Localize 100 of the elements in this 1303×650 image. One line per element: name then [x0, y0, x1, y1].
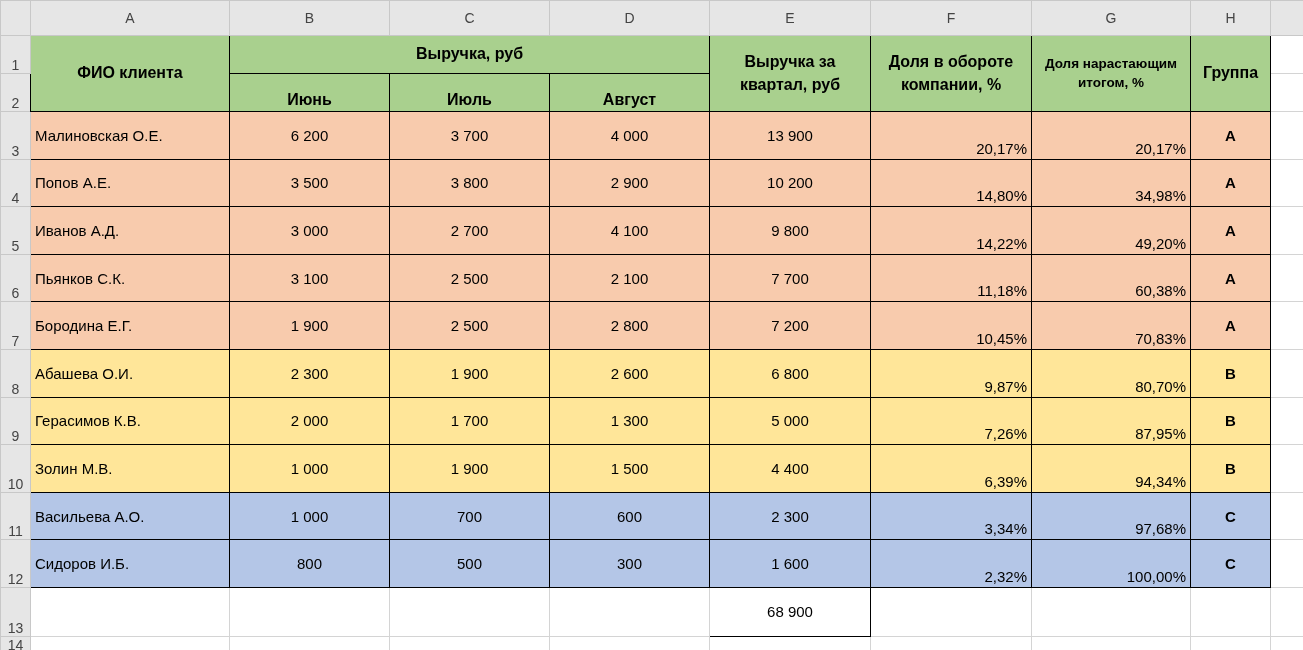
header-cell: Выручка, руб: [229, 35, 710, 74]
table-cell: 1 300: [549, 397, 710, 445]
header-cell: ФИО клиента: [30, 35, 230, 112]
table-cell: 34,98%: [1031, 159, 1191, 207]
table-cell: 1 600: [709, 539, 871, 588]
table-cell: A: [1190, 254, 1271, 302]
row-number[interactable]: 9: [0, 397, 31, 445]
table-cell: 70,83%: [1031, 301, 1191, 350]
column-header[interactable]: D: [549, 0, 710, 36]
table-cell: 9,87%: [870, 349, 1032, 398]
table-cell: 2 700: [389, 206, 550, 255]
column-header[interactable]: A: [30, 0, 230, 36]
table-cell: Пьянков С.К.: [30, 254, 230, 302]
table-cell: 87,95%: [1031, 397, 1191, 445]
column-header[interactable]: H: [1190, 0, 1271, 36]
table-cell: 10 200: [709, 159, 871, 207]
table-cell: 4 100: [549, 206, 710, 255]
table-cell: 6,39%: [870, 444, 1032, 493]
table-cell: 11,18%: [870, 254, 1032, 302]
row-number[interactable]: 3: [0, 111, 31, 160]
table-cell: Герасимов К.В.: [30, 397, 230, 445]
header-cell: Доля в обороте компании, %: [870, 35, 1032, 112]
table-cell: 97,68%: [1031, 492, 1191, 540]
column-header[interactable]: [1270, 0, 1303, 36]
table-cell: 500: [389, 539, 550, 588]
table-cell: 9 800: [709, 206, 871, 255]
table-cell: 7 200: [709, 301, 871, 350]
table-cell: C: [1190, 539, 1271, 588]
table-cell: 2 100: [549, 254, 710, 302]
header-cell: Июнь: [229, 73, 390, 112]
table-cell: B: [1190, 349, 1271, 398]
row-number[interactable]: 7: [0, 301, 31, 350]
table-cell: 1 000: [229, 444, 390, 493]
column-header[interactable]: G: [1031, 0, 1191, 36]
table-cell: 100,00%: [1031, 539, 1191, 588]
header-cell: Выручка за квартал, руб: [709, 35, 871, 112]
table-cell: 600: [549, 492, 710, 540]
table-cell: 14,80%: [870, 159, 1032, 207]
table-cell: Абашева О.И.: [30, 349, 230, 398]
column-header[interactable]: B: [229, 0, 390, 36]
table-cell: 3 800: [389, 159, 550, 207]
row-number[interactable]: 8: [0, 349, 31, 398]
row-number[interactable]: 10: [0, 444, 31, 493]
table-cell: 1 700: [389, 397, 550, 445]
table-cell: 20,17%: [870, 111, 1032, 160]
table-cell: Васильева А.О.: [30, 492, 230, 540]
table-cell: A: [1190, 111, 1271, 160]
table-cell: 80,70%: [1031, 349, 1191, 398]
table-cell: A: [1190, 301, 1271, 350]
table-cell: 300: [549, 539, 710, 588]
table-cell: 7 700: [709, 254, 871, 302]
table-cell: 1 000: [229, 492, 390, 540]
row-number[interactable]: 5: [0, 206, 31, 255]
table-cell: 6 200: [229, 111, 390, 160]
table-cell: 14,22%: [870, 206, 1032, 255]
table-cell: 3 000: [229, 206, 390, 255]
table-cell: 94,34%: [1031, 444, 1191, 493]
row-number[interactable]: 6: [0, 254, 31, 302]
table-cell: Бородина Е.Г.: [30, 301, 230, 350]
table-cell: 2 900: [549, 159, 710, 207]
table-cell: 7,26%: [870, 397, 1032, 445]
table-cell: 20,17%: [1031, 111, 1191, 160]
row-number[interactable]: 13: [0, 587, 31, 637]
table-cell: 2 000: [229, 397, 390, 445]
table-cell: 6 800: [709, 349, 871, 398]
row-number[interactable]: 12: [0, 539, 31, 588]
table-cell: 2 300: [709, 492, 871, 540]
table-cell: 800: [229, 539, 390, 588]
table-cell: 1 900: [229, 301, 390, 350]
column-header[interactable]: F: [870, 0, 1032, 36]
table-cell: 2 800: [549, 301, 710, 350]
table-cell: 2 500: [389, 301, 550, 350]
table-cell: Попов А.Е.: [30, 159, 230, 207]
table-cell: 13 900: [709, 111, 871, 160]
table-cell: 2 500: [389, 254, 550, 302]
table-cell: 4 400: [709, 444, 871, 493]
table-cell: 700: [389, 492, 550, 540]
table-cell: A: [1190, 206, 1271, 255]
column-header[interactable]: E: [709, 0, 871, 36]
table-cell: 4 000: [549, 111, 710, 160]
table-cell: C: [1190, 492, 1271, 540]
row-number[interactable]: 4: [0, 159, 31, 207]
table-cell: 3,34%: [870, 492, 1032, 540]
table-cell: 3 100: [229, 254, 390, 302]
header-cell: Август: [549, 73, 710, 112]
header-cell: Доля нарастающим итогом, %: [1031, 35, 1191, 112]
header-cell: Июль: [389, 73, 550, 112]
row-number[interactable]: 1: [0, 35, 31, 74]
table-cell: B: [1190, 397, 1271, 445]
row-number[interactable]: 11: [0, 492, 31, 540]
table-cell: 60,38%: [1031, 254, 1191, 302]
table-cell: 1 500: [549, 444, 710, 493]
table-cell: B: [1190, 444, 1271, 493]
table-cell: A: [1190, 159, 1271, 207]
table-cell: 10,45%: [870, 301, 1032, 350]
row-number[interactable]: 2: [0, 73, 31, 112]
table-cell: 68 900: [709, 587, 871, 637]
select-all-corner[interactable]: [0, 0, 31, 36]
table-cell: 1 900: [389, 349, 550, 398]
column-header[interactable]: C: [389, 0, 550, 36]
